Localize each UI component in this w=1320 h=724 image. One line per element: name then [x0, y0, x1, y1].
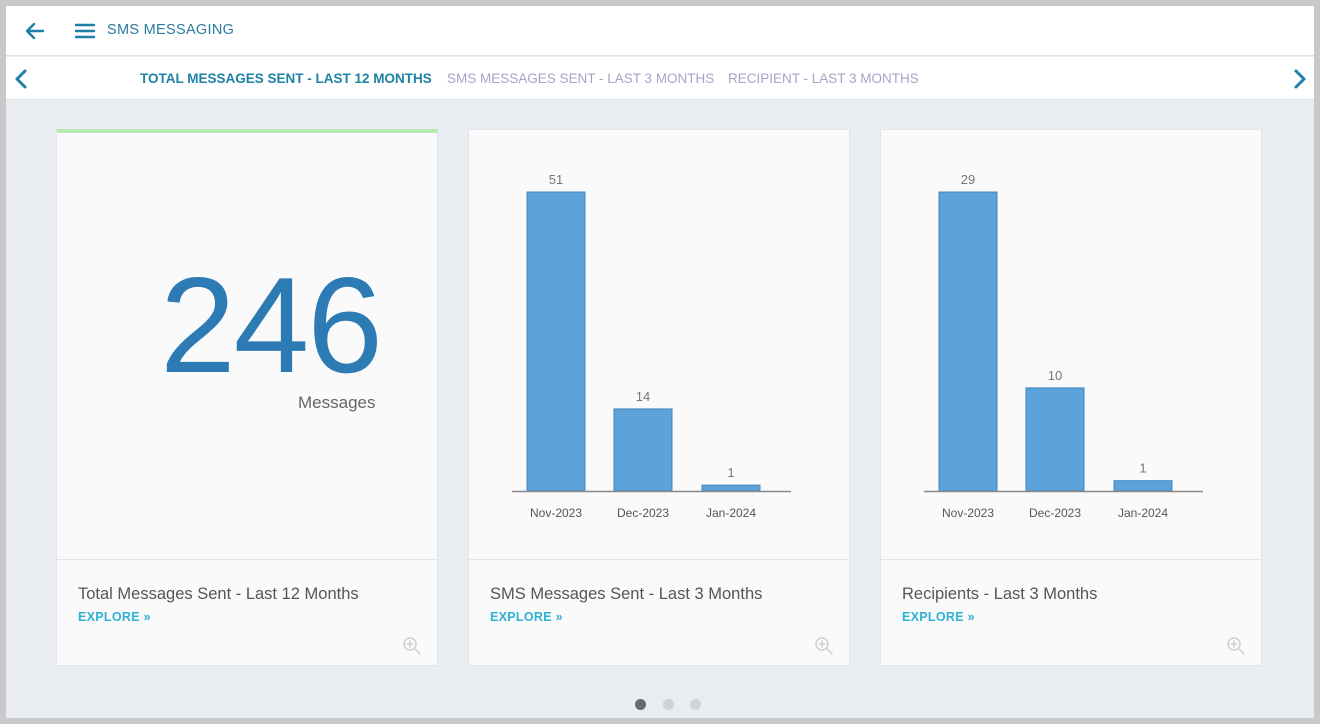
data-label: 10: [1048, 368, 1062, 383]
chart-card-sms-messages[interactable]: 51 Nov-2023 14 Dec-2023 1 Jan-2024 SMS Messag…: [468, 129, 850, 666]
recipients-bar-chart: 29 Nov-2023 10 Dec-2023 1 Jan-2024: [924, 172, 1203, 520]
x-tick-label: Jan-2024: [1118, 506, 1168, 520]
card-title: Total Messages Sent - Last 12 Months: [78, 585, 359, 603]
tab-sms-messages[interactable]: SMS MESSAGES SENT - LAST 3 MONTHS: [447, 71, 714, 86]
menu-button[interactable]: [72, 18, 98, 44]
top-bar: SMS MESSAGING: [6, 6, 1314, 56]
arrow-left-icon: [25, 22, 45, 40]
card-title: SMS Messages Sent - Last 3 Months: [490, 585, 763, 603]
sms-bar-chart: 51 Nov-2023 14 Dec-2023 1 Jan-2024: [512, 172, 791, 520]
card-footer: Total Messages Sent - Last 12 Months EXP…: [57, 559, 437, 665]
x-tick-label: Dec-2023: [617, 506, 669, 520]
bar-Nov-2023[interactable]: [526, 191, 586, 492]
tab-total-messages[interactable]: TOTAL MESSAGES SENT - LAST 12 MONTHS: [140, 71, 432, 86]
app-frame: SMS MESSAGING TOTAL MESSAGES SENT - LAST…: [6, 6, 1314, 718]
data-label: 29: [961, 172, 975, 187]
card-title: Recipients - Last 3 Months: [902, 585, 1098, 603]
explore-link[interactable]: EXPLORE »: [902, 610, 975, 624]
card-footer: SMS Messages Sent - Last 3 Months EXPLOR…: [469, 559, 849, 665]
x-tick-label: Dec-2023: [1029, 506, 1081, 520]
pagination-dot[interactable]: [635, 699, 646, 710]
zoom-in-icon[interactable]: [402, 636, 422, 656]
x-tick-label: Jan-2024: [706, 506, 756, 520]
bar-Jan-2024[interactable]: [1113, 480, 1173, 492]
kpi-value: 246: [160, 249, 383, 401]
bar-Jan-2024[interactable]: [701, 484, 761, 492]
kpi-unit: Messages: [298, 393, 376, 412]
tabs-previous-button[interactable]: [10, 66, 34, 92]
x-tick-label: Nov-2023: [942, 506, 994, 520]
kpi-card-total-messages[interactable]: 246 Messages Total Messages Sent - Last …: [56, 129, 438, 666]
tab-recipient[interactable]: RECIPIENT - LAST 3 MONTHS: [728, 71, 919, 86]
data-label: 51: [549, 172, 563, 187]
chart-card-recipients[interactable]: 29 Nov-2023 10 Dec-2023 1 Jan-2024 Recipients…: [880, 129, 1262, 666]
back-button[interactable]: [22, 18, 48, 44]
data-label: 1: [727, 465, 734, 480]
bar-Dec-2023[interactable]: [1025, 387, 1085, 492]
chevron-right-icon: [1294, 69, 1306, 89]
explore-link[interactable]: EXPLORE »: [78, 610, 151, 624]
pagination-dots: [632, 698, 702, 712]
pagination-dot[interactable]: [690, 699, 701, 710]
bar-Dec-2023[interactable]: [613, 408, 673, 492]
zoom-in-icon[interactable]: [1226, 636, 1246, 656]
data-label: 1: [1139, 461, 1146, 476]
explore-link[interactable]: EXPLORE »: [490, 610, 563, 624]
hamburger-menu-icon: [74, 23, 96, 39]
pagination-dot[interactable]: [663, 699, 674, 710]
bar-Nov-2023[interactable]: [938, 191, 998, 492]
x-tick-label: Nov-2023: [530, 506, 582, 520]
tab-bar: TOTAL MESSAGES SENT - LAST 12 MONTHS SMS…: [6, 57, 1314, 100]
tabs-next-button[interactable]: [1287, 66, 1311, 92]
chevron-left-icon: [15, 69, 27, 89]
page-title: SMS MESSAGING: [107, 22, 235, 38]
card-footer: Recipients - Last 3 Months EXPLORE »: [881, 559, 1261, 665]
zoom-in-icon[interactable]: [814, 636, 834, 656]
data-label: 14: [636, 389, 650, 404]
